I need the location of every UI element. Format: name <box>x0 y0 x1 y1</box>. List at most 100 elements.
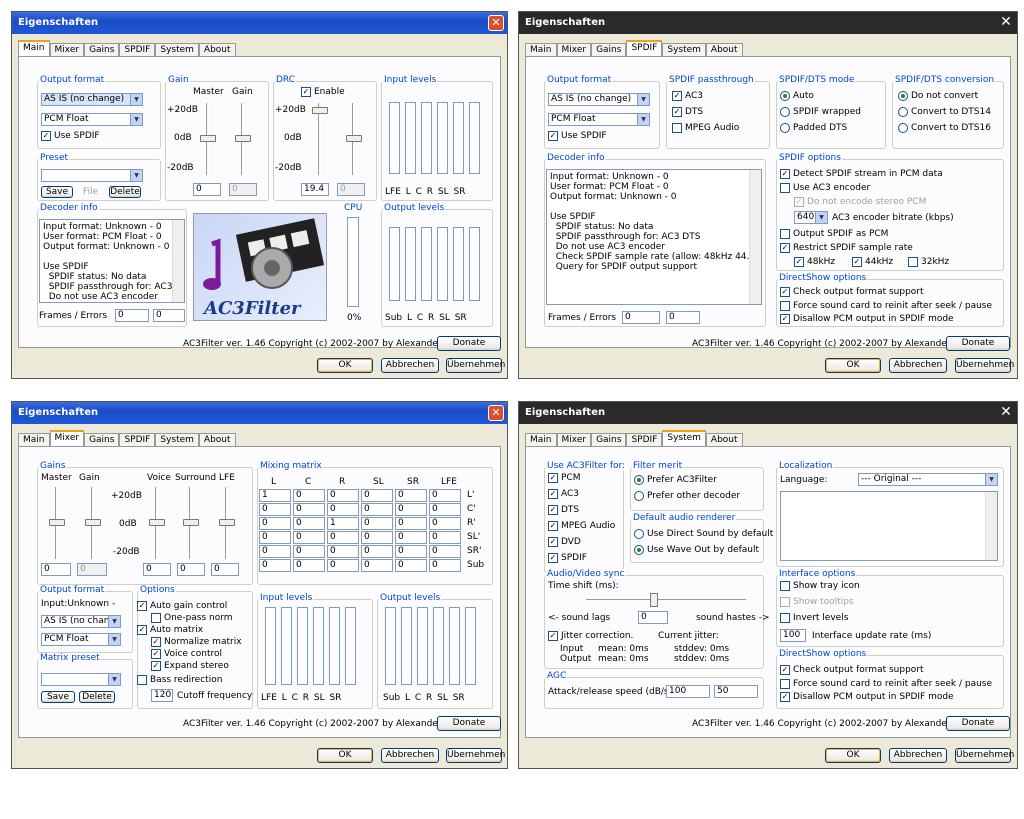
close-icon[interactable]: ✕ <box>488 405 504 421</box>
one-pass-checkbox[interactable] <box>151 613 161 623</box>
tab-about[interactable]: About <box>705 43 743 57</box>
matrix-save-button[interactable]: Save <box>41 691 75 703</box>
ok-button[interactable]: OK <box>317 748 373 763</box>
matrix-cell[interactable]: 0 <box>361 489 393 502</box>
gain-slider-thumb[interactable] <box>85 519 101 526</box>
dts-checkbox[interactable]: ✓ <box>672 107 682 117</box>
lfe-slider-thumb[interactable] <box>219 519 235 526</box>
matrix-cell[interactable]: 0 <box>259 559 291 572</box>
tab-gains[interactable]: Gains <box>84 433 120 447</box>
preset-select[interactable]: ▼ <box>41 169 143 182</box>
expand-stereo-checkbox[interactable]: ✓ <box>151 661 161 671</box>
matrix-cell[interactable]: 0 <box>361 531 393 544</box>
disallow-pcm-checkbox[interactable]: ✓ <box>780 314 790 324</box>
cancel-button[interactable]: Abbrechen <box>889 358 947 373</box>
matrix-cell[interactable]: 0 <box>429 531 461 544</box>
matrix-cell[interactable]: 0 <box>429 503 461 516</box>
jitter-checkbox[interactable]: ✓ <box>548 631 558 641</box>
format-select[interactable]: AS IS (no chang ▼ <box>41 615 121 628</box>
surround-slider-thumb[interactable] <box>183 519 199 526</box>
padded-radio[interactable] <box>780 123 790 133</box>
tray-icon-checkbox[interactable] <box>780 581 790 591</box>
tab-main[interactable]: Main <box>525 43 557 57</box>
tab-gains[interactable]: Gains <box>84 43 120 57</box>
dts16-radio[interactable] <box>898 123 908 133</box>
preset-delete-button[interactable]: Delete <box>109 186 141 198</box>
time-shift-slider-thumb[interactable] <box>650 593 658 607</box>
matrix-cell[interactable]: 0 <box>293 517 325 530</box>
matrix-cell[interactable]: 0 <box>293 545 325 558</box>
check-format-checkbox[interactable]: ✓ <box>780 665 790 675</box>
matrix-cell[interactable]: 0 <box>361 559 393 572</box>
tab-mixer[interactable]: Mixer <box>556 433 592 447</box>
apply-button[interactable]: Übernehmen <box>955 748 1014 763</box>
prefer-ac3-radio[interactable] <box>634 475 644 485</box>
time-shift-input[interactable]: 0 <box>638 611 668 624</box>
matrix-cell[interactable]: 0 <box>327 531 359 544</box>
matrix-cell[interactable]: 0 <box>429 517 461 530</box>
update-rate-input[interactable]: 100 <box>780 629 806 642</box>
scrollbar[interactable] <box>749 170 761 304</box>
voice-value-input[interactable]: 0 <box>143 563 171 576</box>
matrix-cell[interactable]: 0 <box>395 517 427 530</box>
matrix-cell[interactable]: 0 <box>395 489 427 502</box>
tab-about[interactable]: About <box>705 433 743 447</box>
cancel-button[interactable]: Abbrechen <box>889 748 947 763</box>
donate-button[interactable]: Donate <box>946 336 1010 351</box>
format-select[interactable]: AS IS (no change) ▼ <box>41 93 143 106</box>
check-format-checkbox[interactable]: ✓ <box>780 287 790 297</box>
matrix-cell[interactable]: 0 <box>327 489 359 502</box>
matrix-cell[interactable]: 0 <box>361 517 393 530</box>
matrix-cell[interactable]: 0 <box>395 559 427 572</box>
tab-spdif[interactable]: SPDIF <box>119 43 156 57</box>
dts-checkbox[interactable]: ✓ <box>548 505 558 515</box>
apply-button[interactable]: Übernehmen <box>446 358 505 373</box>
scrollbar[interactable] <box>985 492 997 560</box>
tab-gains[interactable]: Gains <box>591 43 627 57</box>
attack-input[interactable]: 100 <box>666 685 710 698</box>
tab-about[interactable]: About <box>198 43 236 57</box>
cancel-button[interactable]: Abbrechen <box>381 358 439 373</box>
wrapped-radio[interactable] <box>780 107 790 117</box>
ok-button[interactable]: OK <box>825 748 881 763</box>
donate-button[interactable]: Donate <box>437 716 501 731</box>
disallow-pcm-checkbox[interactable]: ✓ <box>780 692 790 702</box>
donate-button[interactable]: Donate <box>437 336 501 351</box>
tab-spdif[interactable]: SPDIF <box>119 433 156 447</box>
cancel-button[interactable]: Abbrechen <box>381 748 439 763</box>
gain-slider-thumb[interactable] <box>235 135 251 142</box>
tab-system[interactable]: System <box>155 43 199 57</box>
master-slider-thumb[interactable] <box>200 135 216 142</box>
apply-button[interactable]: Übernehmen <box>955 358 1014 373</box>
sample-format-select[interactable]: PCM Float ▼ <box>548 113 650 126</box>
matrix-cell[interactable]: 1 <box>259 489 291 502</box>
invert-levels-checkbox[interactable] <box>780 613 790 623</box>
preset-file-button[interactable]: File <box>83 187 98 197</box>
tab-spdif[interactable]: SPDIF <box>626 40 663 57</box>
ac3-encoder-checkbox[interactable] <box>780 183 790 193</box>
master-value-input[interactable]: 0 <box>193 183 221 196</box>
matrix-cell[interactable]: 0 <box>293 503 325 516</box>
matrix-preset-select[interactable]: ▼ <box>41 673 121 686</box>
matrix-cell[interactable]: 0 <box>327 559 359 572</box>
close-icon[interactable]: ✕ <box>488 15 504 31</box>
rate-32-checkbox[interactable] <box>908 257 918 267</box>
matrix-cell[interactable]: 0 <box>293 531 325 544</box>
tab-main[interactable]: Main <box>525 433 557 447</box>
tab-about[interactable]: About <box>198 433 236 447</box>
drc-value-input[interactable]: 19.4 <box>301 183 329 196</box>
pcm-checkbox[interactable]: ✓ <box>548 473 558 483</box>
matrix-cell[interactable]: 0 <box>259 545 291 558</box>
matrix-cell[interactable]: 0 <box>429 489 461 502</box>
auto-radio[interactable] <box>780 91 790 101</box>
ac3-checkbox[interactable]: ✓ <box>672 91 682 101</box>
scrollbar[interactable] <box>172 220 184 302</box>
matrix-cell[interactable]: 0 <box>293 489 325 502</box>
matrix-cell[interactable]: 0 <box>395 531 427 544</box>
matrix-cell[interactable]: 0 <box>327 503 359 516</box>
surround-value-input[interactable]: 0 <box>177 563 205 576</box>
donate-button[interactable]: Donate <box>946 716 1010 731</box>
close-icon[interactable]: ✕ <box>998 15 1014 31</box>
tab-gains[interactable]: Gains <box>591 433 627 447</box>
matrix-cell[interactable]: 0 <box>395 545 427 558</box>
